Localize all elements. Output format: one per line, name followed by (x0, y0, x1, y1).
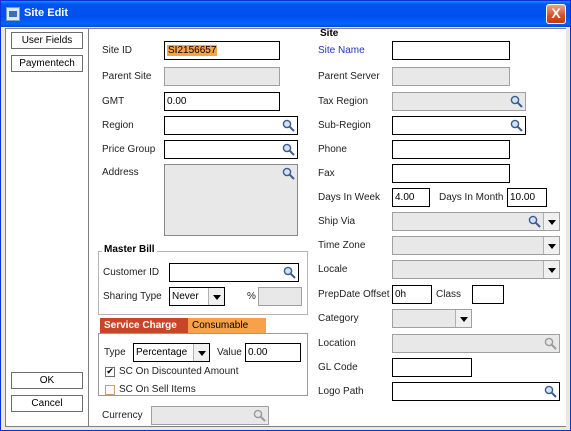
ok-button[interactable]: OK (11, 372, 83, 389)
category-select[interactable] (392, 309, 472, 328)
value-input[interactable]: 0.00 (245, 343, 301, 362)
title-bar[interactable]: Site Edit X (1, 1, 570, 27)
prepdate-offset-label: PrepDate Offset (318, 289, 390, 300)
magnifier-icon[interactable] (510, 119, 523, 132)
location-input (392, 334, 560, 353)
magnifier-icon[interactable] (510, 95, 523, 108)
tab-consumable[interactable]: Consumable (188, 318, 266, 333)
parent-site-input (164, 67, 280, 86)
class-label: Class (436, 289, 462, 300)
days-in-week-input[interactable]: 4.00 (392, 188, 430, 207)
gl-code-label: GL Code (318, 362, 358, 373)
phone-input[interactable] (392, 140, 510, 159)
customer-id-label: Customer ID (103, 267, 160, 278)
ship-via-label: Ship Via (318, 216, 356, 227)
type-value: Percentage (136, 347, 188, 358)
fax-label: Fax (318, 168, 335, 179)
user-fields-button[interactable]: User Fields (11, 32, 83, 49)
days-in-month-label: Days In Month (439, 192, 504, 203)
locale-label: Locale (318, 264, 348, 275)
address-textarea[interactable] (164, 164, 298, 236)
sub-region-label: Sub-Region (318, 120, 371, 131)
sc-discounted-label: SC On Discounted Amount (119, 366, 239, 377)
logo-path-input[interactable] (392, 382, 560, 401)
master-bill-title: Master Bill (102, 244, 157, 255)
locale-select[interactable] (392, 260, 560, 279)
magnifier-icon[interactable] (282, 167, 295, 180)
price-group-input[interactable] (164, 140, 298, 159)
chevron-down-icon[interactable] (208, 288, 224, 305)
customer-id-input[interactable] (169, 263, 299, 282)
magnifier-icon[interactable] (283, 266, 296, 279)
left-button-panel: User Fields Paymentech OK Cancel (6, 29, 89, 426)
parent-server-input (392, 67, 510, 86)
tab-service-charge[interactable]: Service Charge (100, 318, 188, 333)
magnifier-icon (253, 409, 266, 422)
site-edit-window: Site Edit X User Fields Paymentech OK Ca… (0, 0, 571, 431)
type-label: Type (104, 347, 126, 358)
time-zone-select[interactable] (392, 236, 560, 255)
value-label: Value (217, 347, 242, 358)
gmt-label: GMT (102, 96, 125, 107)
fax-input[interactable] (392, 164, 510, 183)
ship-via-select[interactable] (392, 212, 560, 231)
dialog-content: User Fields Paymentech OK Cancel Site Si… (5, 28, 566, 427)
time-zone-label: Time Zone (318, 240, 366, 251)
address-label: Address (102, 167, 139, 178)
sharing-type-select[interactable]: Never (169, 287, 225, 306)
prepdate-offset-input[interactable]: 0h (392, 285, 432, 304)
location-label: Location (318, 338, 356, 349)
site-id-value: SI2156657 (167, 45, 218, 56)
category-label: Category (318, 313, 359, 324)
currency-label: Currency (102, 410, 143, 421)
window-title: Site Edit (24, 7, 69, 19)
days-in-week-label: Days In Week (318, 192, 381, 203)
close-button[interactable]: X (546, 4, 566, 24)
currency-input (151, 406, 269, 425)
sub-region-input[interactable] (392, 116, 526, 135)
magnifier-icon[interactable] (282, 119, 295, 132)
type-select[interactable]: Percentage (133, 343, 210, 362)
section-title: Site (320, 28, 339, 39)
logo-path-label: Logo Path (318, 386, 364, 397)
region-label: Region (102, 120, 134, 131)
close-icon: X (551, 5, 561, 21)
paymentech-button[interactable]: Paymentech (11, 55, 83, 72)
cancel-button[interactable]: Cancel (11, 395, 83, 412)
site-form: Site Site ID SI2156657 Parent Site GMT 0… (90, 28, 566, 426)
chevron-down-icon[interactable] (543, 237, 559, 254)
tax-region-label: Tax Region (318, 96, 369, 107)
parent-server-label: Parent Server (318, 71, 380, 82)
site-id-label: Site ID (102, 45, 133, 56)
chevron-down-icon[interactable] (193, 344, 209, 361)
chevron-down-icon[interactable] (543, 213, 559, 230)
gl-code-input[interactable] (392, 358, 472, 377)
percent-input (258, 287, 302, 306)
magnifier-icon[interactable] (528, 215, 541, 228)
site-name-label: Site Name (318, 45, 365, 56)
days-in-month-input[interactable]: 10.00 (507, 188, 547, 207)
price-group-label: Price Group (102, 144, 156, 155)
tax-region-input[interactable] (392, 92, 526, 111)
class-input[interactable] (472, 285, 504, 304)
sc-sell-label: SC On Sell Items (119, 384, 196, 395)
sharing-type-label: Sharing Type (103, 291, 162, 302)
percent-label: % (247, 291, 256, 302)
app-window-icon (6, 7, 20, 21)
magnifier-icon[interactable] (282, 143, 295, 156)
chevron-down-icon[interactable] (543, 261, 559, 278)
phone-label: Phone (318, 144, 347, 155)
sharing-type-value: Never (172, 291, 199, 302)
site-id-input[interactable]: SI2156657 (164, 41, 280, 60)
site-name-input[interactable] (392, 41, 510, 60)
magnifier-icon (544, 337, 557, 350)
sc-discounted-checkbox[interactable]: ✔ (105, 367, 115, 377)
gmt-input[interactable]: 0.00 (164, 92, 280, 111)
parent-site-label: Parent Site (102, 71, 152, 82)
chevron-down-icon[interactable] (455, 310, 471, 327)
region-input[interactable] (164, 116, 298, 135)
sc-sell-checkbox[interactable] (105, 385, 115, 395)
magnifier-icon[interactable] (544, 385, 557, 398)
